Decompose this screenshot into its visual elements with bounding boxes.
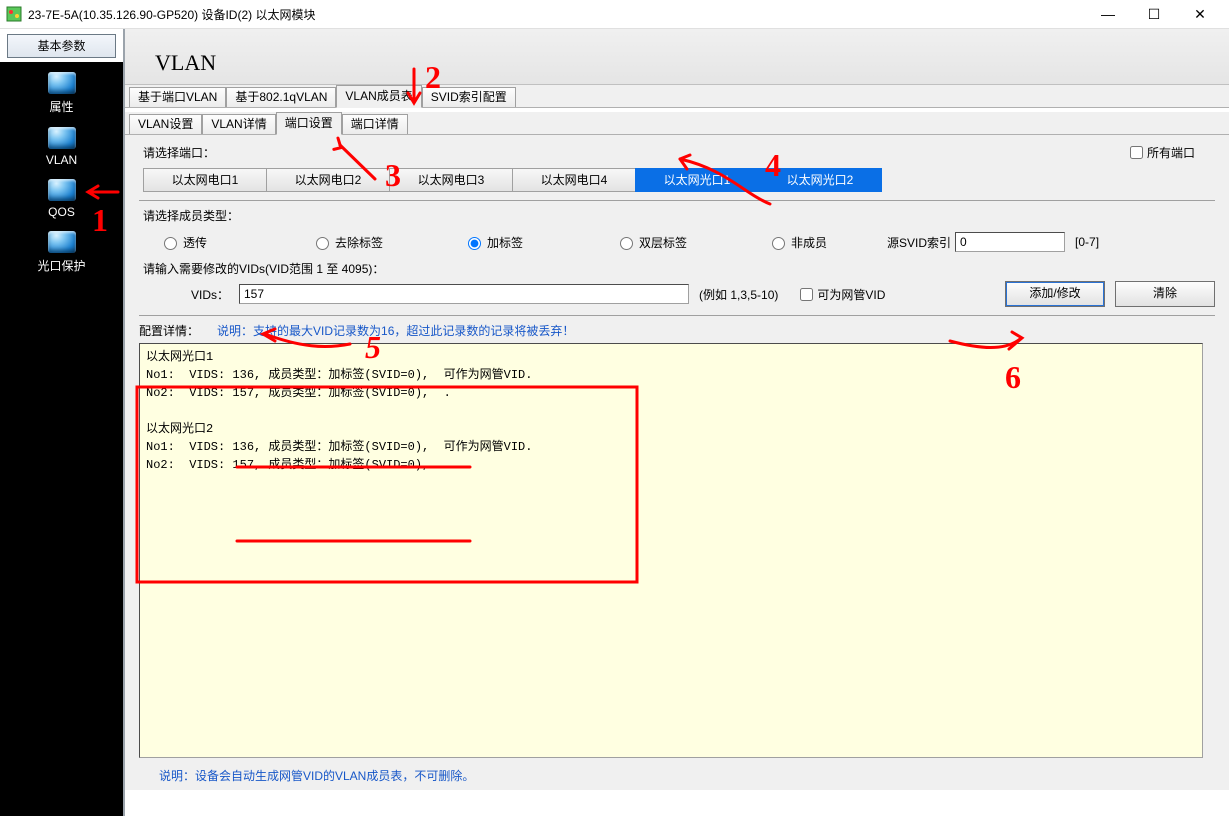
tab-port-vlan[interactable]: 基于端口VLAN bbox=[129, 87, 226, 107]
port-eth-optical-1[interactable]: 以太网光口1 bbox=[635, 168, 758, 192]
config-detail-label: 配置详情： bbox=[139, 322, 199, 339]
tabstrip-secondary: VLAN设置 VLAN详情 端口设置 端口详情 bbox=[125, 112, 1229, 135]
config-textarea[interactable] bbox=[139, 343, 1203, 758]
sidebar-item-label: 光口保护 bbox=[0, 257, 123, 274]
mgmt-vid-checkbox[interactable] bbox=[800, 288, 813, 301]
sidebar-item-label: VLAN bbox=[0, 153, 123, 167]
config-note: 说明：支持的最大VID记录数为16，超过此记录数的记录将被丢弃！ bbox=[217, 322, 574, 339]
window-close-button[interactable]: ✕ bbox=[1177, 0, 1223, 28]
bottom-note: 说明：设备会自动生成网管VID的VLAN成员表，不可删除。 bbox=[159, 767, 1215, 784]
main-panel: VLAN 基于端口VLAN 基于802.1qVLAN VLAN成员表 SVID索… bbox=[125, 29, 1229, 816]
mgmt-vid-checkbox-wrap[interactable]: 可为网管VID bbox=[796, 285, 885, 304]
svid-index-label: 源SVID索引 bbox=[887, 234, 951, 251]
vids-label: VIDs： bbox=[139, 286, 229, 303]
tab-vlan-settings[interactable]: VLAN设置 bbox=[129, 114, 202, 134]
port-eth-elec-4[interactable]: 以太网电口4 bbox=[512, 168, 635, 192]
port-button-group: 以太网电口1 以太网电口2 以太网电口3 以太网电口4 以太网光口1 以太网光口… bbox=[143, 168, 1215, 192]
radio-double-tag[interactable]: 双层标签 bbox=[615, 234, 767, 251]
annotation-4: 4 bbox=[765, 147, 781, 184]
port-eth-elec-3[interactable]: 以太网电口3 bbox=[389, 168, 512, 192]
radio-non-member[interactable]: 非成员 bbox=[767, 234, 887, 251]
sidebar-item-vlan[interactable]: VLAN bbox=[0, 121, 123, 173]
member-type-radio-group: 透传 去除标签 加标签 双层标签 非成员 源SVID索引 [0-7] bbox=[159, 232, 1209, 252]
port-eth-elec-1[interactable]: 以太网电口1 bbox=[143, 168, 266, 192]
annotation-5: 5 bbox=[365, 329, 381, 366]
tab-port-details[interactable]: 端口详情 bbox=[342, 114, 408, 134]
tab-vlan-member[interactable]: VLAN成员表 bbox=[336, 85, 421, 108]
vids-input[interactable] bbox=[239, 284, 689, 304]
annotation-2: 2 bbox=[425, 59, 441, 96]
window-minimize-button[interactable]: — bbox=[1085, 0, 1131, 28]
all-ports-label: 所有端口 bbox=[1147, 144, 1195, 161]
tabstrip-primary: 基于端口VLAN 基于802.1qVLAN VLAN成员表 SVID索引配置 bbox=[125, 85, 1229, 108]
annotation-1: 1 bbox=[92, 202, 108, 239]
add-modify-button[interactable]: 添加/修改 bbox=[1005, 281, 1105, 307]
window-title: 23-7E-5A(10.35.126.90-GP520) 设备ID(2) 以太网… bbox=[28, 6, 1085, 23]
sidebar-item-label: 属性 bbox=[0, 98, 123, 115]
sidebar-item-properties[interactable]: 属性 bbox=[0, 66, 123, 121]
annotation-6: 6 bbox=[1005, 359, 1021, 396]
qos-icon bbox=[48, 179, 76, 201]
page-title: VLAN bbox=[155, 50, 216, 84]
all-ports-checkbox[interactable] bbox=[1130, 146, 1143, 159]
tab-8021q-vlan[interactable]: 基于802.1qVLAN bbox=[226, 87, 336, 107]
sidebar: 基本参数 属性 VLAN QOS 光口保护 bbox=[0, 29, 125, 816]
vids-example: (例如 1,3,5-10) bbox=[699, 286, 778, 303]
svid-index-input[interactable] bbox=[955, 232, 1065, 252]
tab-vlan-details[interactable]: VLAN详情 bbox=[202, 114, 275, 134]
clear-button[interactable]: 清除 bbox=[1115, 281, 1215, 307]
window-titlebar: 23-7E-5A(10.35.126.90-GP520) 设备ID(2) 以太网… bbox=[0, 0, 1229, 29]
select-port-label: 请选择端口： bbox=[143, 144, 215, 161]
properties-icon bbox=[48, 72, 76, 94]
radio-transparent[interactable]: 透传 bbox=[159, 234, 311, 251]
member-type-label: 请选择成员类型： bbox=[143, 207, 1215, 224]
mgmt-vid-label: 可为网管VID bbox=[817, 286, 885, 303]
optical-protection-icon bbox=[48, 231, 76, 253]
app-icon bbox=[6, 6, 22, 22]
radio-tag[interactable]: 加标签 bbox=[463, 234, 615, 251]
annotation-3: 3 bbox=[385, 157, 401, 194]
tab-port-settings[interactable]: 端口设置 bbox=[276, 112, 342, 135]
all-ports-checkbox-wrap[interactable]: 所有端口 bbox=[1126, 143, 1195, 162]
sidebar-heading: 基本参数 bbox=[7, 34, 116, 58]
radio-untag[interactable]: 去除标签 bbox=[311, 234, 463, 251]
svid-range-hint: [0-7] bbox=[1075, 235, 1099, 249]
port-eth-elec-2[interactable]: 以太网电口2 bbox=[266, 168, 389, 192]
window-maximize-button[interactable]: ☐ bbox=[1131, 0, 1177, 28]
vids-hint: 请输入需要修改的VIDs(VID范围 1 至 4095)： bbox=[143, 260, 1215, 277]
vlan-icon bbox=[48, 127, 76, 149]
